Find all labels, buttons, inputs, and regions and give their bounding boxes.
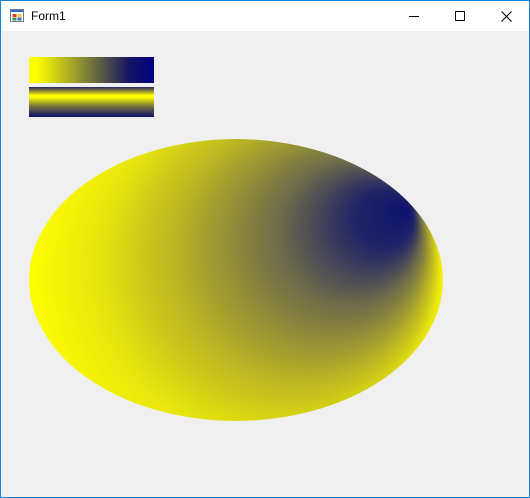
window-title: Form1 — [31, 9, 66, 23]
form-client-area — [1, 31, 529, 497]
title-bar[interactable]: Form1 — [1, 1, 529, 31]
form-window: Form1 — [0, 0, 530, 498]
maximize-button[interactable] — [437, 1, 483, 31]
winforms-app-icon[interactable] — [10, 9, 24, 22]
gradient-ellipse — [29, 139, 443, 421]
horizontal-gradient-rectangle — [29, 57, 154, 83]
ellipse-fill — [29, 139, 443, 421]
close-icon — [500, 10, 512, 22]
minimize-icon — [409, 16, 419, 17]
vertical-gradient-rectangle — [29, 87, 154, 117]
minimize-button[interactable] — [391, 1, 437, 31]
close-button[interactable] — [483, 1, 529, 31]
maximize-icon — [455, 11, 465, 21]
